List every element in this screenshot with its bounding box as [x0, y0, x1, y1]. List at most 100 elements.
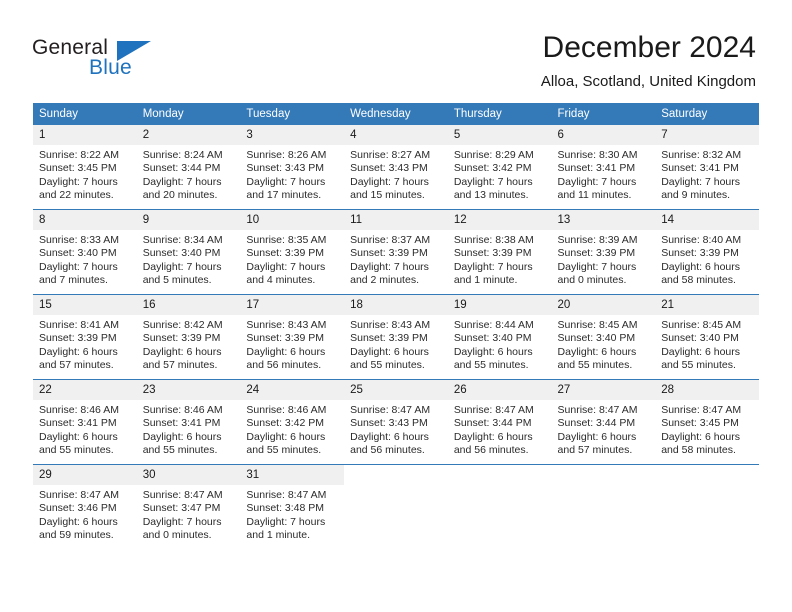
- day-sunrise-text: Sunrise: 8:34 AM: [142, 234, 223, 246]
- day-details: [655, 485, 759, 489]
- day-sunset-text: Sunset: 3:39 PM: [350, 332, 428, 345]
- day-details: [344, 485, 448, 489]
- day-details: Sunrise: 8:47 AM Sunset: 3:46 PM Daylight:…: [33, 485, 137, 543]
- day-number: 23: [136, 380, 241, 400]
- calendar-day-cell[interactable]: 25 Sunrise: 8:47 AM Sunset: 3:43 PM Dayligh…: [344, 379, 448, 465]
- calendar-day-cell[interactable]: 24 Sunrise: 8:46 AM Sunset: 3:42 PM Dayligh…: [240, 379, 345, 465]
- day-daylight-2-text: and 2 minutes.: [350, 274, 419, 287]
- day-sunrise-text: Sunrise: 8:24 AM: [142, 149, 223, 161]
- calendar-day-cell[interactable]: 13 Sunrise: 8:39 AM Sunset: 3:39 PM Dayligh…: [551, 209, 656, 295]
- page-header: General Blue December 2024 Alloa, Scotla…: [0, 0, 792, 98]
- calendar-day-cell[interactable]: 28 Sunrise: 8:47 AM Sunset: 3:45 PM Dayligh…: [655, 379, 759, 465]
- day-daylight-1-text: Daylight: 7 hours: [557, 260, 637, 273]
- day-number: 25: [344, 380, 448, 400]
- day-sunrise-text: Sunrise: 8:26 AM: [246, 149, 327, 161]
- day-cell-body: 30 Sunrise: 8:47 AM Sunset: 3:47 PM Dayligh…: [136, 465, 241, 549]
- calendar-day-cell[interactable]: 8 Sunrise: 8:33 AM Sunset: 3:40 PM Daylight…: [33, 209, 137, 295]
- calendar-day-cell[interactable]: 23 Sunrise: 8:46 AM Sunset: 3:41 PM Dayligh…: [136, 379, 241, 465]
- day-sunrise-text: Sunrise: 8:22 AM: [39, 149, 119, 161]
- calendar-header-row: Sunday Monday Tuesday Wednesday Thursday…: [33, 103, 759, 125]
- day-sunrise-text: Sunrise: 8:40 AM: [661, 234, 742, 246]
- calendar-day-cell[interactable]: 10 Sunrise: 8:35 AM Sunset: 3:39 PM Dayligh…: [240, 209, 345, 295]
- calendar-day-cell[interactable]: 22 Sunrise: 8:46 AM Sunset: 3:41 PM Dayligh…: [33, 379, 137, 465]
- day-daylight-2-text: and 58 minutes.: [661, 444, 736, 457]
- day-cell-body: 6 Sunrise: 8:30 AM Sunset: 3:41 PM Daylight…: [551, 125, 656, 209]
- calendar-day-cell[interactable]: 27 Sunrise: 8:47 AM Sunset: 3:44 PM Dayligh…: [551, 379, 656, 465]
- calendar-day-cell[interactable]: 9 Sunrise: 8:34 AM Sunset: 3:40 PM Daylight…: [136, 209, 241, 295]
- calendar-day-cell[interactable]: 18 Sunrise: 8:43 AM Sunset: 3:39 PM Dayligh…: [344, 294, 448, 380]
- day-number: 12: [447, 210, 552, 230]
- calendar-day-cell[interactable]: 19 Sunrise: 8:44 AM Sunset: 3:40 PM Dayligh…: [447, 294, 552, 380]
- day-daylight-2-text: and 17 minutes.: [246, 189, 322, 202]
- day-sunset-text: Sunset: 3:41 PM: [142, 417, 221, 430]
- calendar-week-row: 1 Sunrise: 8:22 AM Sunset: 3:45 PM Daylight…: [33, 125, 759, 210]
- calendar-day-cell[interactable]: 29 Sunrise: 8:47 AM Sunset: 3:46 PM Dayligh…: [33, 464, 137, 549]
- day-sunrise-text: Sunrise: 8:42 AM: [142, 319, 223, 331]
- calendar-day-cell[interactable]: 31 Sunrise: 8:47 AM Sunset: 3:48 PM Dayligh…: [240, 464, 345, 549]
- day-details: Sunrise: 8:46 AM Sunset: 3:42 PM Daylight:…: [240, 400, 344, 458]
- day-daylight-1-text: Daylight: 6 hours: [661, 345, 741, 358]
- day-number: [447, 465, 552, 485]
- day-daylight-2-text: and 5 minutes.: [142, 274, 212, 287]
- day-sunset-text: Sunset: 3:41 PM: [661, 162, 739, 175]
- calendar-day-cell[interactable]: 15 Sunrise: 8:41 AM Sunset: 3:39 PM Dayligh…: [33, 294, 137, 380]
- calendar-week-row: 8 Sunrise: 8:33 AM Sunset: 3:40 PM Daylight…: [33, 209, 759, 295]
- day-number: [551, 465, 656, 485]
- day-daylight-2-text: and 4 minutes.: [246, 274, 316, 287]
- day-sunrise-text: Sunrise: 8:30 AM: [557, 149, 638, 161]
- calendar-day-cell[interactable]: 3 Sunrise: 8:26 AM Sunset: 3:43 PM Daylight…: [240, 125, 345, 210]
- calendar-day-cell[interactable]: 7 Sunrise: 8:32 AM Sunset: 3:41 PM Daylight…: [655, 125, 759, 210]
- day-sunset-text: Sunset: 3:42 PM: [246, 417, 325, 430]
- day-details: Sunrise: 8:42 AM Sunset: 3:39 PM Daylight:…: [137, 315, 241, 373]
- calendar-day-cell[interactable]: 16 Sunrise: 8:42 AM Sunset: 3:39 PM Dayligh…: [136, 294, 241, 380]
- day-daylight-1-text: Daylight: 7 hours: [246, 515, 326, 528]
- day-daylight-2-text: and 55 minutes.: [350, 359, 425, 372]
- day-daylight-2-text: and 55 minutes.: [39, 444, 114, 457]
- day-daylight-1-text: Daylight: 7 hours: [142, 515, 222, 528]
- day-number: 24: [240, 380, 345, 400]
- day-daylight-1-text: Daylight: 6 hours: [661, 430, 741, 443]
- day-sunset-text: Sunset: 3:39 PM: [39, 332, 117, 345]
- day-sunset-text: Sunset: 3:42 PM: [453, 162, 532, 175]
- day-sunset-text: Sunset: 3:47 PM: [142, 502, 221, 515]
- day-sunset-text: Sunset: 3:40 PM: [661, 332, 739, 345]
- calendar-day-cell[interactable]: 21 Sunrise: 8:45 AM Sunset: 3:40 PM Dayligh…: [655, 294, 759, 380]
- calendar-day-cell[interactable]: 30 Sunrise: 8:47 AM Sunset: 3:47 PM Dayligh…: [136, 464, 241, 549]
- calendar-day-cell[interactable]: 5 Sunrise: 8:29 AM Sunset: 3:42 PM Daylight…: [447, 125, 552, 210]
- day-sunrise-text: Sunrise: 8:27 AM: [350, 149, 431, 161]
- calendar-day-cell[interactable]: 26 Sunrise: 8:47 AM Sunset: 3:44 PM Dayligh…: [447, 379, 552, 465]
- calendar-day-cell[interactable]: 12 Sunrise: 8:38 AM Sunset: 3:39 PM Dayligh…: [447, 209, 552, 295]
- calendar-day-cell[interactable]: 17 Sunrise: 8:43 AM Sunset: 3:39 PM Dayligh…: [240, 294, 345, 380]
- day-details: Sunrise: 8:29 AM Sunset: 3:42 PM Daylight:…: [448, 145, 552, 203]
- calendar-day-cell[interactable]: 14 Sunrise: 8:40 AM Sunset: 3:39 PM Dayligh…: [655, 209, 759, 295]
- day-sunset-text: Sunset: 3:40 PM: [39, 247, 117, 260]
- day-daylight-1-text: Daylight: 7 hours: [453, 260, 533, 273]
- day-daylight-2-text: and 20 minutes.: [142, 189, 218, 202]
- calendar-day-cell[interactable]: 1 Sunrise: 8:22 AM Sunset: 3:45 PM Daylight…: [33, 125, 137, 210]
- day-number: 13: [551, 210, 656, 230]
- calendar-day-cell[interactable]: 4 Sunrise: 8:27 AM Sunset: 3:43 PM Daylight…: [344, 125, 448, 210]
- calendar-cell-empty: [344, 464, 448, 549]
- day-number: 15: [33, 295, 137, 315]
- day-cell-body: 18 Sunrise: 8:43 AM Sunset: 3:39 PM Dayligh…: [344, 295, 448, 379]
- day-details: Sunrise: 8:27 AM Sunset: 3:43 PM Daylight:…: [344, 145, 448, 203]
- calendar-day-cell[interactable]: 11 Sunrise: 8:37 AM Sunset: 3:39 PM Dayligh…: [344, 209, 448, 295]
- day-cell-body: [344, 465, 448, 549]
- calendar-day-cell[interactable]: 6 Sunrise: 8:30 AM Sunset: 3:41 PM Daylight…: [551, 125, 656, 210]
- calendar-day-cell[interactable]: 2 Sunrise: 8:24 AM Sunset: 3:44 PM Daylight…: [136, 125, 241, 210]
- day-daylight-2-text: and 55 minutes.: [557, 359, 633, 372]
- day-details: Sunrise: 8:33 AM Sunset: 3:40 PM Daylight:…: [33, 230, 137, 288]
- day-cell-body: 24 Sunrise: 8:46 AM Sunset: 3:42 PM Dayligh…: [240, 380, 345, 464]
- calendar-table: Sunday Monday Tuesday Wednesday Thursday…: [33, 103, 759, 549]
- day-number: 11: [344, 210, 448, 230]
- day-sunrise-text: Sunrise: 8:47 AM: [453, 404, 534, 416]
- day-daylight-1-text: Daylight: 7 hours: [142, 175, 222, 188]
- day-sunset-text: Sunset: 3:39 PM: [246, 247, 325, 260]
- day-daylight-2-text: and 57 minutes.: [557, 444, 633, 457]
- day-cell-body: 20 Sunrise: 8:45 AM Sunset: 3:40 PM Dayligh…: [551, 295, 656, 379]
- weekday-header-monday: Monday: [136, 103, 241, 125]
- day-daylight-1-text: Daylight: 6 hours: [142, 430, 222, 443]
- day-daylight-2-text: and 56 minutes.: [350, 444, 425, 457]
- day-details: Sunrise: 8:43 AM Sunset: 3:39 PM Daylight:…: [240, 315, 344, 373]
- calendar-day-cell[interactable]: 20 Sunrise: 8:45 AM Sunset: 3:40 PM Dayligh…: [551, 294, 656, 380]
